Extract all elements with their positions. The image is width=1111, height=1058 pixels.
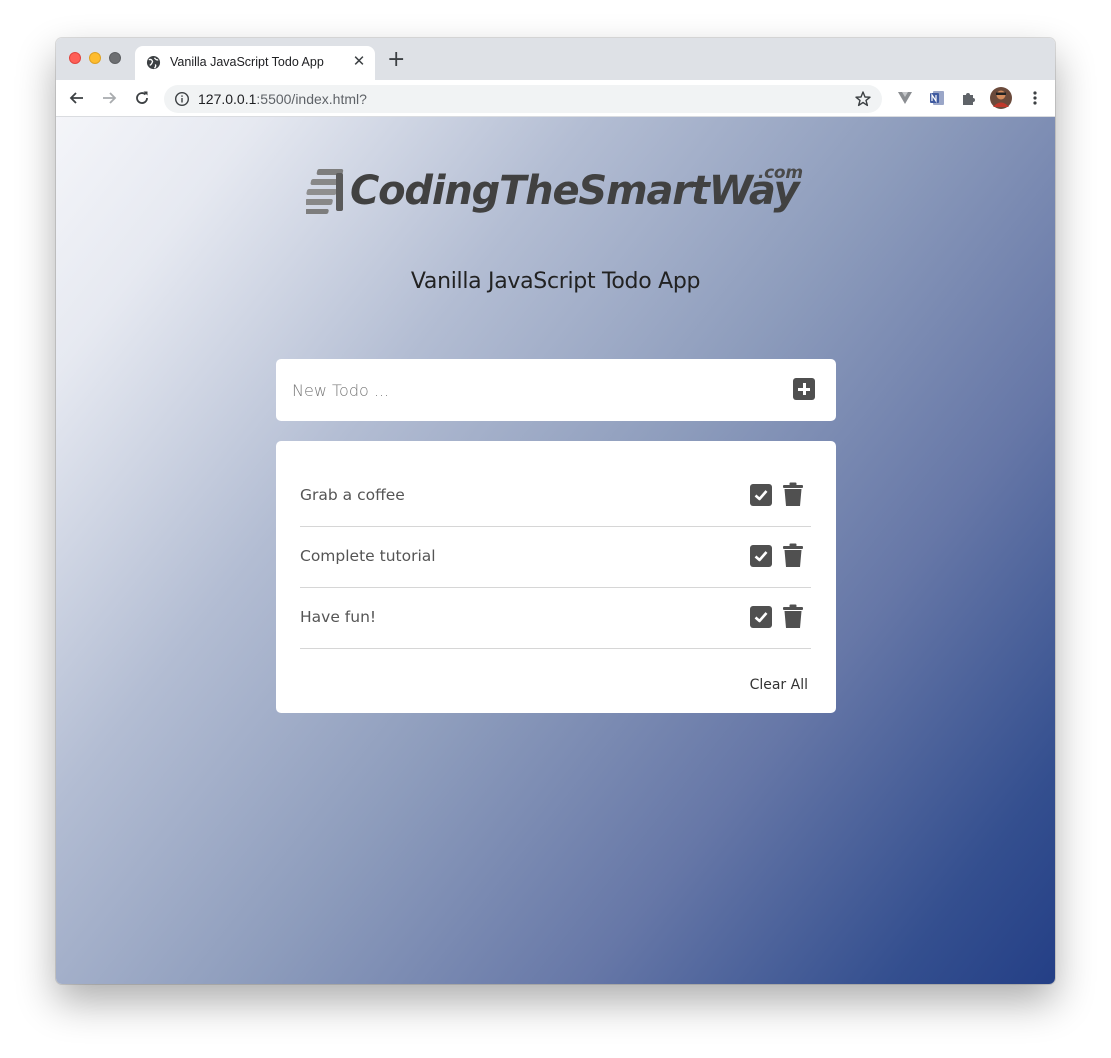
close-tab-icon[interactable]: ✕	[351, 54, 367, 70]
url-host: 127.0.0.1	[198, 91, 257, 107]
trash-icon[interactable]	[782, 604, 804, 629]
puzzle-icon[interactable]	[960, 89, 978, 107]
page-title: Vanilla JavaScript Todo App	[410, 269, 701, 294]
todo-item: Grab a coffee	[300, 466, 811, 527]
extension-icon[interactable]	[896, 89, 914, 107]
todo-item: Have fun!	[300, 588, 811, 649]
check-square-icon[interactable]	[750, 606, 772, 628]
new-todo-input[interactable]	[292, 378, 772, 402]
check-square-icon[interactable]	[750, 545, 772, 567]
trash-icon[interactable]	[782, 482, 804, 507]
star-icon[interactable]	[854, 90, 872, 108]
onenote-icon[interactable]	[928, 89, 946, 107]
menu-dots-icon[interactable]	[1026, 89, 1044, 107]
check-square-icon[interactable]	[750, 484, 772, 506]
back-arrow-icon[interactable]	[68, 89, 86, 107]
logo: CodingTheSmartWay .com	[306, 163, 806, 227]
address-bar[interactable]: 127.0.0.1:5500/index.html?	[164, 85, 882, 113]
todo-item: Complete tutorial	[300, 527, 811, 588]
trash-icon[interactable]	[782, 543, 804, 568]
forward-arrow-icon[interactable]	[100, 89, 118, 107]
todo-text: Have fun!	[300, 608, 377, 626]
avatar[interactable]	[990, 87, 1012, 109]
plus-square-icon[interactable]	[793, 378, 815, 400]
url-text: 127.0.0.1:5500/index.html?	[198, 91, 367, 107]
todo-text: Grab a coffee	[300, 486, 405, 504]
logo-suffix: .com	[758, 163, 803, 183]
new-todo-card	[276, 359, 836, 421]
browser-window: Vanilla JavaScript Todo App ✕ + 127.0.0.…	[56, 38, 1055, 984]
logo-mark-icon	[306, 169, 344, 214]
browser-toolbar: 127.0.0.1:5500/index.html?	[56, 80, 1055, 117]
tab-strip: Vanilla JavaScript Todo App ✕ +	[56, 38, 1055, 80]
todo-text: Complete tutorial	[300, 547, 436, 565]
maximize-window-button[interactable]	[109, 52, 121, 64]
new-tab-button[interactable]: +	[387, 49, 405, 71]
reload-icon[interactable]	[133, 89, 151, 107]
tab-active[interactable]: Vanilla JavaScript Todo App ✕	[135, 46, 375, 80]
globe-icon	[146, 55, 161, 70]
logo-text: CodingTheSmartWay	[350, 168, 800, 214]
minimize-window-button[interactable]	[89, 52, 101, 64]
clear-all-button[interactable]: Clear All	[750, 677, 808, 693]
url-path: :5500/index.html?	[256, 91, 367, 107]
page-content: CodingTheSmartWay .com Vanilla JavaScrip…	[56, 117, 1055, 984]
info-icon[interactable]	[174, 91, 190, 107]
tab-title: Vanilla JavaScript Todo App	[170, 55, 324, 69]
todo-list-card: Grab a coffee Complete tutorial Have fun…	[276, 441, 836, 713]
close-window-button[interactable]	[69, 52, 81, 64]
